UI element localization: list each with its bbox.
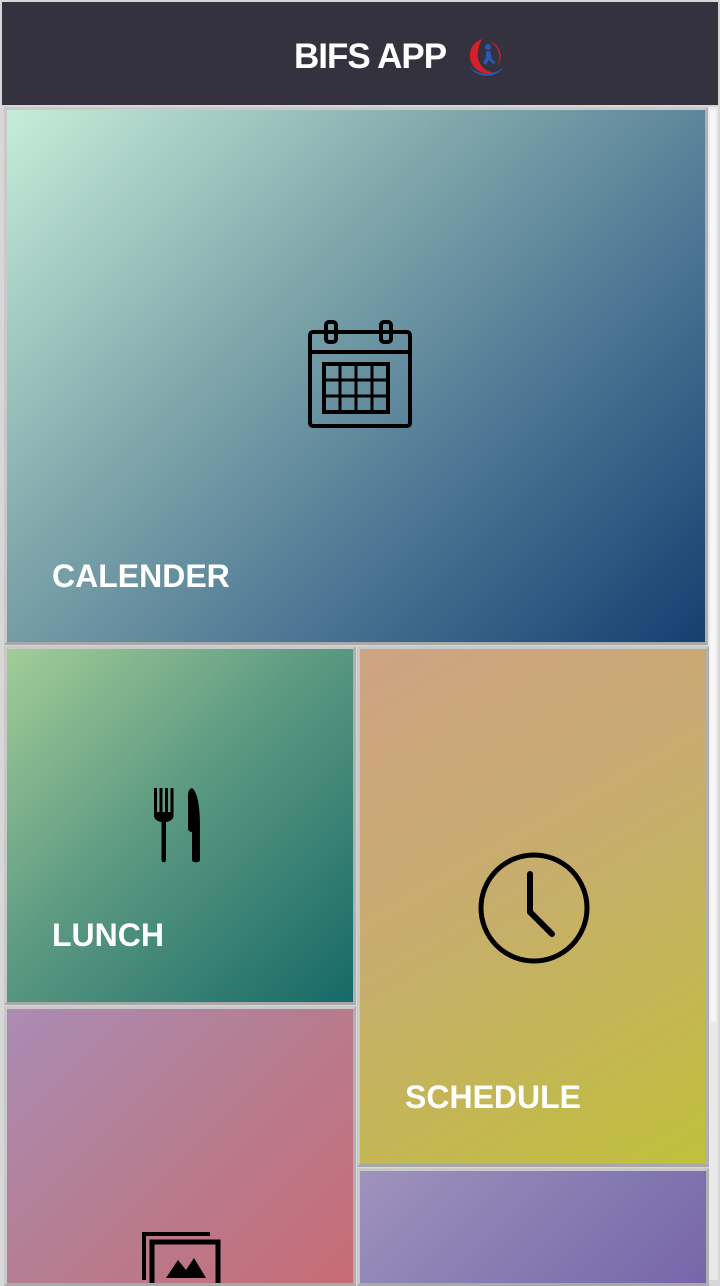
- calendar-icon: [308, 320, 412, 428]
- fork-knife-icon: [154, 788, 200, 863]
- schedule-tile[interactable]: SCHEDULE: [357, 646, 709, 1167]
- scrollbar-thumb[interactable]: [710, 109, 716, 1022]
- gallery-icon: [142, 1232, 221, 1283]
- schedule-label: SCHEDULE: [405, 1079, 582, 1115]
- extra-tile[interactable]: [357, 1168, 709, 1286]
- lunch-tile[interactable]: LUNCH: [4, 646, 356, 1005]
- scrollbar[interactable]: [708, 107, 718, 1280]
- app-title: BIFS APP: [294, 37, 447, 76]
- calendar-label: CALENDER: [52, 558, 230, 594]
- gallery-tile[interactable]: [4, 1006, 356, 1286]
- calendar-tile[interactable]: CALENDER: [4, 107, 708, 645]
- bifs-logo-icon: [468, 39, 504, 76]
- clock-icon: [478, 852, 590, 964]
- lunch-label: LUNCH: [52, 917, 164, 953]
- app-header: BIFS APP: [2, 2, 718, 105]
